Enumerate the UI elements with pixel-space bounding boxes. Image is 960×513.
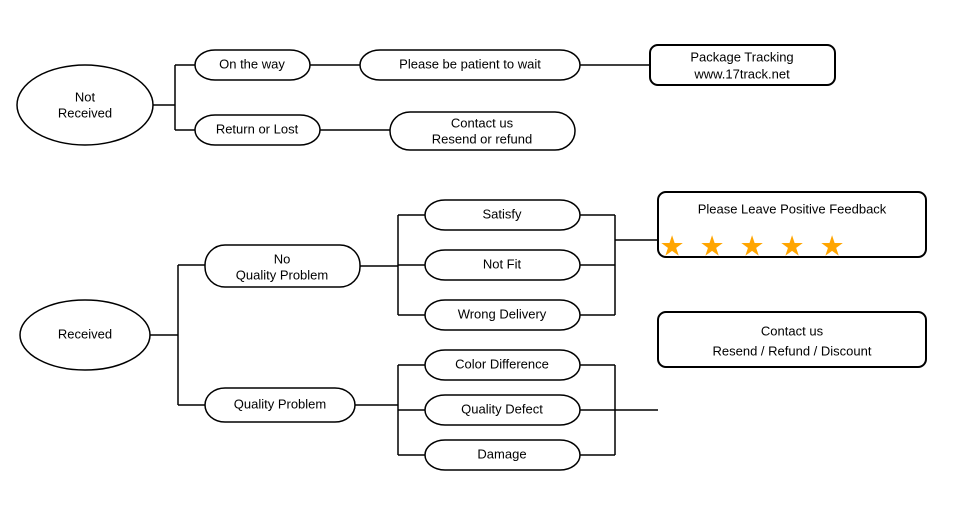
color-diff-label: Color Difference xyxy=(455,356,549,371)
diagram-svg: Not Received On the way Return or Lost P… xyxy=(0,0,960,513)
star-1: ★ xyxy=(659,230,684,261)
package-tracking-label-1: Package Tracking xyxy=(690,49,793,64)
quality-defect-label: Quality Defect xyxy=(461,401,543,416)
not-received-label-1: Not xyxy=(75,89,96,104)
contact-refund-discount-label-1: Contact us xyxy=(761,323,824,338)
star-3: ★ xyxy=(739,230,764,261)
contact-refund-discount-label-2: Resend / Refund / Discount xyxy=(713,343,872,358)
quality-problem-label: Quality Problem xyxy=(234,396,326,411)
not-received-label-2: Received xyxy=(58,105,112,120)
patient-label: Please be patient to wait xyxy=(399,56,541,71)
contact-resend-refund-label-2: Resend or refund xyxy=(432,131,532,146)
positive-feedback-label: Please Leave Positive Feedback xyxy=(698,201,887,216)
satisfy-label: Satisfy xyxy=(482,206,522,221)
contact-refund-discount-node xyxy=(658,312,926,367)
damage-label: Damage xyxy=(477,446,526,461)
star-4: ★ xyxy=(779,230,804,261)
package-tracking-label-2: www.17track.net xyxy=(693,66,790,81)
no-quality-label-1: No xyxy=(274,251,291,266)
contact-resend-refund-label-1: Contact us xyxy=(451,115,514,130)
no-quality-label-2: Quality Problem xyxy=(236,267,328,282)
wrong-delivery-label: Wrong Delivery xyxy=(458,306,547,321)
return-lost-label: Return or Lost xyxy=(216,121,299,136)
star-2: ★ xyxy=(699,230,724,261)
on-the-way-label: On the way xyxy=(219,56,285,71)
received-label: Received xyxy=(58,326,112,341)
not-fit-label: Not Fit xyxy=(483,256,522,271)
star-5: ★ xyxy=(819,230,844,261)
